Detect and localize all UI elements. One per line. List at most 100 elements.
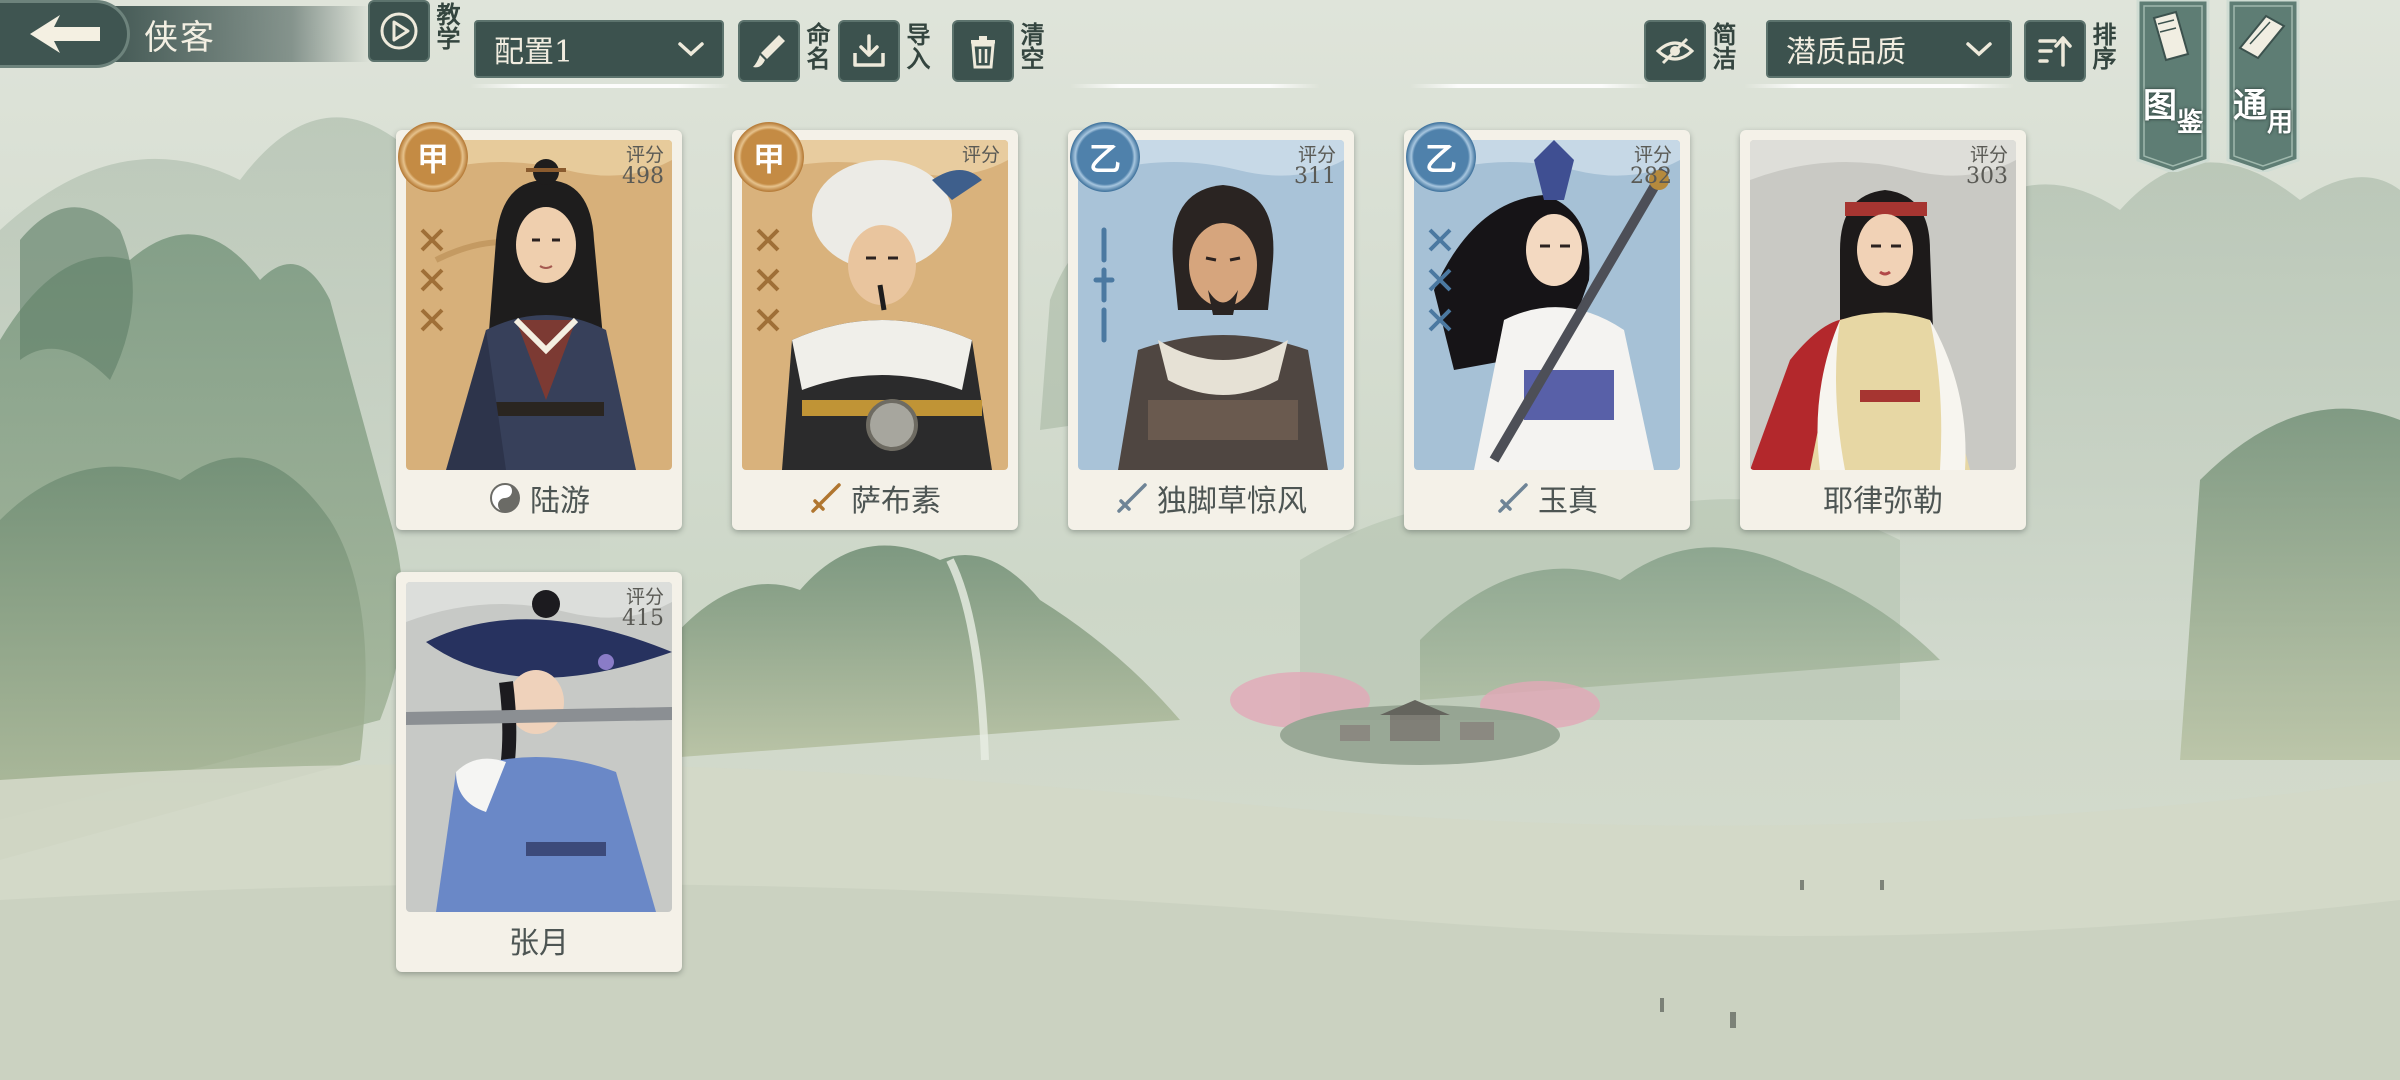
hero-name: 耶律弥勒 <box>1823 484 1943 519</box>
score-block: 评分 <box>962 144 1000 166</box>
sort-select[interactable]: 潜质品质 <box>1766 20 2012 78</box>
score-value: 498 <box>622 164 664 189</box>
hero-name: 陆游 <box>530 484 590 519</box>
score-value: 415 <box>622 606 664 631</box>
rating-marks-icon <box>1428 228 1452 332</box>
hero-name: 萨布素 <box>851 484 941 519</box>
score-block: 评分 415 <box>622 586 664 630</box>
star-rating <box>748 220 788 384</box>
score-label: 评分 <box>1633 144 1672 166</box>
page-title: 侠客 <box>144 17 216 58</box>
codex-banner-button[interactable]: 图鉴 <box>2136 0 2210 172</box>
eye-hidden-icon <box>1655 37 1695 65</box>
config-select[interactable]: 配置1 <box>474 20 724 78</box>
back-button[interactable] <box>0 0 130 68</box>
rename-button[interactable]: 命名 <box>738 20 831 82</box>
hero-name-row: 玉真 <box>1404 472 1690 524</box>
sort-select-value: 潜质品质 <box>1786 35 1906 70</box>
chevron-down-icon <box>1966 42 1992 57</box>
hero-portrait <box>1750 140 2016 470</box>
toolbar-underline-1 <box>1070 84 1320 88</box>
grade-badge: 甲 <box>398 122 468 192</box>
score-label: 评分 <box>1969 144 2008 166</box>
rating-marks-icon <box>756 228 780 332</box>
chevron-down-icon <box>678 42 704 57</box>
hero-name-row: 陆游 <box>396 472 682 524</box>
simple-label: 简洁 <box>1708 22 1737 70</box>
sort-icon <box>2038 36 2072 67</box>
hero-card-luyou[interactable]: 甲 评分 498 陆游 <box>396 122 682 530</box>
hero-card-dujiao[interactable]: 乙 评分 311 独脚草惊风 <box>1068 122 1354 530</box>
grade-badge: 乙 <box>1406 122 1476 192</box>
score-block: 评分 311 <box>1294 144 1336 188</box>
hero-card-sabusu[interactable]: 甲 评分 萨布素 <box>732 122 1018 530</box>
hero-name: 玉真 <box>1538 484 1598 519</box>
hero-name-row: 耶律弥勒 <box>1740 472 2026 524</box>
star-rating <box>1084 220 1124 384</box>
score-block: 评分 303 <box>1966 144 2008 188</box>
score-label: 评分 <box>625 144 664 166</box>
straw-hat-swordsman-portrait-image <box>406 582 672 912</box>
sword-icon <box>1498 483 1528 513</box>
brush-icon <box>753 35 785 68</box>
score-block: 评分 282 <box>1630 144 1672 188</box>
general-banner-button[interactable]: 通用 <box>2226 0 2300 172</box>
clear-label: 清空 <box>1016 22 1045 70</box>
tutorial-icon-box <box>368 0 430 62</box>
tutorial-button[interactable]: 教学 <box>368 0 461 62</box>
general-label-1: 通 <box>2232 86 2267 126</box>
general-label-2: 用 <box>2266 108 2293 138</box>
hero-name: 独脚草惊风 <box>1157 484 1307 519</box>
import-icon-box <box>838 20 900 82</box>
rename-label: 命名 <box>802 22 831 70</box>
sort-label: 排序 <box>2088 22 2117 70</box>
score-block: 评分 498 <box>622 144 664 188</box>
score-label: 评分 <box>1297 144 1336 166</box>
simple-icon-box <box>1644 20 1706 82</box>
trash-icon <box>971 36 995 69</box>
import-button[interactable]: 导入 <box>838 20 931 82</box>
page-title-plate: 侠客 <box>110 6 370 62</box>
score-value: 303 <box>1966 164 2008 189</box>
sort-underline <box>1744 84 2014 88</box>
hero-name-row: 张月 <box>396 914 682 966</box>
top-bar: 侠客 教学 配置1 命名 导入 清空 简洁 潜质品质 排序 图鉴 通用 <box>0 0 2400 172</box>
config-select-value: 配置1 <box>494 35 574 70</box>
simple-mode-button[interactable]: 简洁 <box>1644 20 1737 82</box>
sort-icon-box <box>2024 20 2086 82</box>
hero-card-yelu[interactable]: 评分 303 耶律弥勒 <box>1740 130 2026 530</box>
play-icon <box>380 12 418 50</box>
hero-card-yuzhen[interactable]: 乙 评分 282 玉真 <box>1404 122 1690 530</box>
rename-icon-box <box>738 20 800 82</box>
sort-order-button[interactable]: 排序 <box>2024 20 2117 82</box>
codex-label-2: 鉴 <box>2176 108 2203 138</box>
clear-button[interactable]: 清空 <box>952 20 1045 82</box>
general-label: 通用 <box>2226 78 2300 138</box>
toolbar-underline-2 <box>1410 84 1650 88</box>
rating-marks-icon <box>1093 227 1115 343</box>
tutorial-label: 教学 <box>432 2 461 50</box>
hero-card-zhangyue[interactable]: 评分 415 张月 <box>396 572 682 972</box>
codex-label: 图鉴 <box>2136 78 2210 138</box>
config-underline <box>470 84 730 88</box>
score-label: 评分 <box>625 586 664 608</box>
grade-badge: 乙 <box>1070 122 1140 192</box>
hero-name: 张月 <box>509 926 569 961</box>
import-label: 导入 <box>902 22 931 70</box>
grade-badge: 甲 <box>734 122 804 192</box>
hero-name-row: 独脚草惊风 <box>1068 472 1354 524</box>
codex-label-1: 图 <box>2142 86 2177 126</box>
score-value: 282 <box>1630 164 1672 189</box>
sword-icon <box>811 483 841 513</box>
sword-icon <box>1117 483 1147 513</box>
star-rating <box>1420 220 1460 384</box>
noblewoman-portrait-image <box>1750 140 2016 470</box>
score-label: 评分 <box>961 144 1000 166</box>
download-icon <box>853 34 885 67</box>
clear-icon-box <box>952 20 1014 82</box>
hero-portrait <box>406 582 672 912</box>
star-rating <box>412 220 452 384</box>
back-arrow-icon <box>29 15 100 53</box>
score-value: 311 <box>1294 164 1336 189</box>
hero-name-row: 萨布素 <box>732 472 1018 524</box>
